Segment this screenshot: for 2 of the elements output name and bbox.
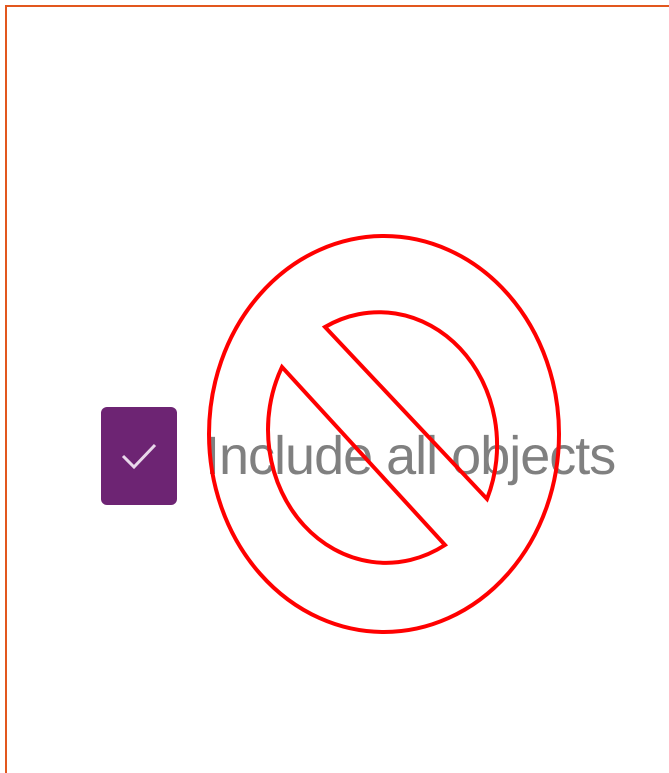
check-icon bbox=[119, 441, 159, 471]
checkbox[interactable] bbox=[101, 407, 177, 505]
